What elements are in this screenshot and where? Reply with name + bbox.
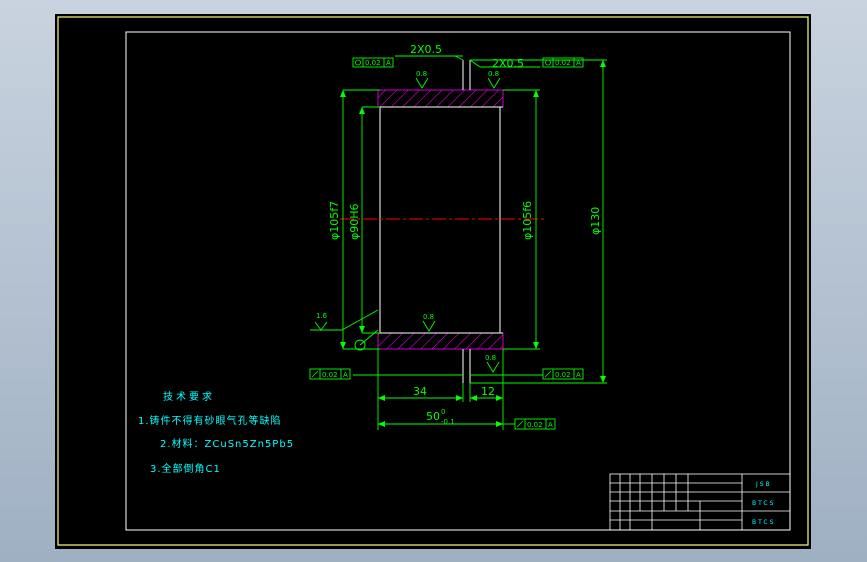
notes-title: 技术要求 (163, 390, 215, 403)
title-block-cell-2: BTCS (752, 500, 775, 507)
tol-len50-value: 0.02 (527, 421, 543, 429)
tol-bottom-left-value: 0.02 (322, 371, 338, 379)
title-block-cell-1: JSB (755, 481, 772, 488)
tol-top-left-value: 0.02 (365, 59, 381, 67)
dia-outer-left-label: φ105f7 (328, 201, 341, 240)
tol-top-right-datum: A (576, 59, 581, 67)
notes-line-3: 3.全部倒角C1 (150, 462, 221, 475)
tol-len50-datum: A (548, 421, 553, 429)
chamfer-right-label: 2X0.5 (492, 57, 524, 70)
length-12-label: 12 (481, 385, 495, 398)
roughness-bottom-value: 0.8 (485, 354, 496, 362)
tol-bottom-left-datum: A (343, 371, 348, 379)
tol-bottom-right-value: 0.02 (555, 371, 571, 379)
tol-top-left-datum: A (386, 59, 391, 67)
length-34-label: 34 (413, 385, 427, 398)
roughness-top-right-value: 0.8 (488, 70, 499, 78)
chamfer-left-label: 2X0.5 (410, 43, 442, 56)
cad-drawing-canvas: 2X0.5 2X0.5 φ105f7 φ90H6 φ105f6 φ130 34 … (55, 14, 811, 549)
length-50-upper-tol: 0 (441, 408, 445, 416)
title-block-cell-3: BTCS (752, 519, 775, 526)
section-bottom-hatch (377, 332, 504, 350)
roughness-mid-value: 0.8 (423, 313, 434, 321)
notes-line-2: 2.材料：ZCuSn5Zn5Pb5 (160, 437, 294, 450)
tol-top-right-value: 0.02 (555, 59, 571, 67)
length-50-label: 50 (426, 410, 440, 423)
dia-bore-label: φ90H6 (348, 203, 361, 240)
section-top-hatch (377, 89, 504, 108)
roughness-left-value: 1.6 (316, 312, 328, 320)
dia-outer-right-label: φ105f6 (521, 201, 534, 240)
dia-flange-label: φ130 (589, 207, 602, 235)
tol-bottom-right-datum: A (576, 371, 581, 379)
roughness-top-left-value: 0.8 (416, 70, 427, 78)
length-50-lower-tol: -0.1 (441, 418, 455, 426)
notes-line-1: 1.铸件不得有砂眼气孔等缺陷 (138, 414, 282, 427)
